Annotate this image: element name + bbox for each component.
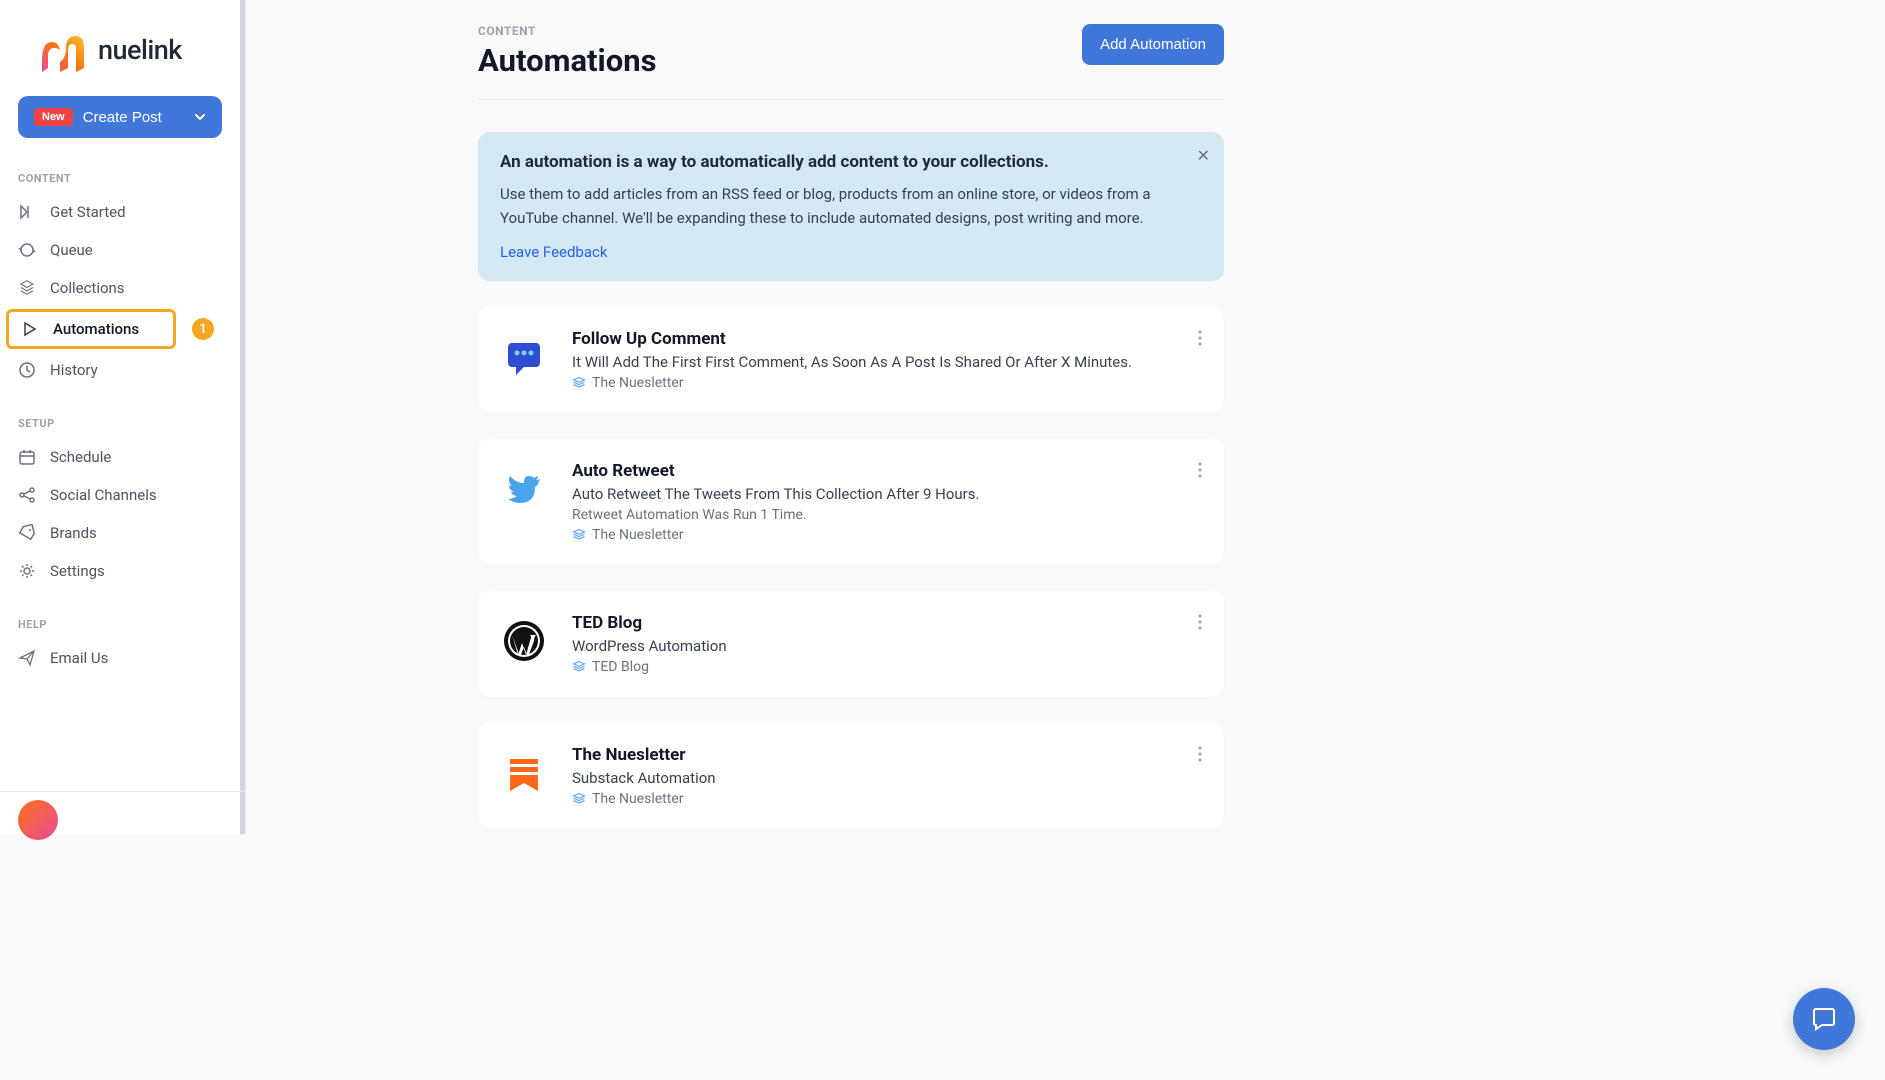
card-menu-button[interactable] bbox=[1194, 741, 1206, 767]
automation-title: Auto Retweet bbox=[572, 461, 1200, 481]
page-title: Automations bbox=[478, 42, 657, 79]
sidebar-item-collections[interactable]: Collections bbox=[0, 269, 240, 307]
sidebar-item-queue[interactable]: Queue bbox=[0, 231, 240, 269]
automation-card[interactable]: Auto Retweet Auto Retweet The Tweets Fro… bbox=[478, 439, 1224, 565]
automation-collection[interactable]: The Nuesletter bbox=[572, 791, 1200, 807]
logo-icon bbox=[36, 28, 88, 72]
brand-name: nuelink bbox=[98, 34, 182, 66]
brand-logo[interactable]: nuelink bbox=[0, 0, 240, 96]
sidebar-item-social-channels[interactable]: Social Channels bbox=[0, 476, 240, 514]
tag-icon bbox=[18, 524, 36, 542]
play-forward-icon bbox=[18, 203, 36, 221]
card-menu-button[interactable] bbox=[1194, 457, 1206, 483]
clock-icon bbox=[18, 361, 36, 379]
page-header: CONTENT Automations Add Automation bbox=[478, 24, 1224, 100]
sidebar-item-settings[interactable]: Settings bbox=[0, 552, 240, 590]
info-body: Use them to add articles from an RSS fee… bbox=[500, 182, 1202, 230]
add-automation-button[interactable]: Add Automation bbox=[1082, 24, 1224, 65]
send-icon bbox=[18, 649, 36, 667]
layers-icon bbox=[18, 279, 36, 297]
wordpress-icon bbox=[502, 619, 546, 663]
section-label-setup: SETUP bbox=[0, 403, 240, 438]
chat-icon bbox=[1810, 1005, 1838, 1033]
create-post-button[interactable]: New Create Post bbox=[18, 96, 222, 138]
automation-description: Substack Automation bbox=[572, 769, 1200, 787]
play-icon bbox=[21, 320, 39, 338]
new-badge: New bbox=[34, 108, 73, 126]
info-title: An automation is a way to automatically … bbox=[500, 152, 1202, 172]
automation-description: Auto Retweet The Tweets From This Collec… bbox=[572, 485, 1200, 503]
sidebar-item-brands[interactable]: Brands bbox=[0, 514, 240, 552]
page-eyebrow: CONTENT bbox=[478, 24, 657, 38]
automation-card[interactable]: Follow Up Comment It Will Add The First … bbox=[478, 307, 1224, 413]
automation-title: Follow Up Comment bbox=[572, 329, 1200, 349]
layers-icon bbox=[572, 528, 586, 542]
info-banner: ✕ An automation is a way to automaticall… bbox=[478, 132, 1224, 281]
section-label-help: HELP bbox=[0, 604, 240, 639]
help-chat-button[interactable] bbox=[1793, 988, 1855, 1050]
create-post-label: Create Post bbox=[83, 109, 162, 126]
automation-title: TED Blog bbox=[572, 613, 1200, 633]
card-menu-button[interactable] bbox=[1194, 609, 1206, 635]
automations-count-badge: 1 bbox=[192, 318, 214, 340]
sidebar-item-get-started[interactable]: Get Started bbox=[0, 193, 240, 231]
layers-icon bbox=[572, 660, 586, 674]
gear-icon bbox=[18, 562, 36, 580]
automation-description: WordPress Automation bbox=[572, 637, 1200, 655]
twitter-icon bbox=[502, 467, 546, 511]
leave-feedback-link[interactable]: Leave Feedback bbox=[500, 243, 607, 261]
layers-icon bbox=[572, 376, 586, 390]
automation-collection[interactable]: The Nuesletter bbox=[572, 527, 1200, 543]
automation-card[interactable]: The Nuesletter Substack Automation The N… bbox=[478, 723, 1224, 829]
close-icon[interactable]: ✕ bbox=[1197, 146, 1210, 166]
automation-description: It Will Add The First First Comment, As … bbox=[572, 353, 1200, 371]
automation-title: The Nuesletter bbox=[572, 745, 1200, 765]
sidebar-item-schedule[interactable]: Schedule bbox=[0, 438, 240, 476]
user-avatar[interactable] bbox=[18, 800, 58, 840]
layers-icon bbox=[572, 792, 586, 806]
automation-collection[interactable]: TED Blog bbox=[572, 659, 1200, 675]
calendar-icon bbox=[18, 448, 36, 466]
substack-icon bbox=[502, 751, 546, 795]
automation-card[interactable]: TED Blog WordPress Automation TED Blog bbox=[478, 591, 1224, 697]
comment-icon bbox=[502, 335, 546, 379]
section-label-content: CONTENT bbox=[0, 158, 240, 193]
sidebar: nuelink New Create Post CONTENT Get Star… bbox=[0, 0, 246, 834]
card-menu-button[interactable] bbox=[1194, 325, 1206, 351]
refresh-icon bbox=[18, 241, 36, 259]
main-content: CONTENT Automations Add Automation ✕ An … bbox=[246, 0, 1456, 834]
chevron-down-icon bbox=[194, 111, 206, 123]
share-icon bbox=[18, 486, 36, 504]
sidebar-item-email-us[interactable]: Email Us bbox=[0, 639, 240, 677]
sidebar-item-automations[interactable]: Automations bbox=[6, 309, 176, 349]
sidebar-item-history[interactable]: History bbox=[0, 351, 240, 389]
automation-collection[interactable]: The Nuesletter bbox=[572, 375, 1200, 391]
automation-meta: Retweet Automation Was Run 1 Time. bbox=[572, 507, 1200, 523]
